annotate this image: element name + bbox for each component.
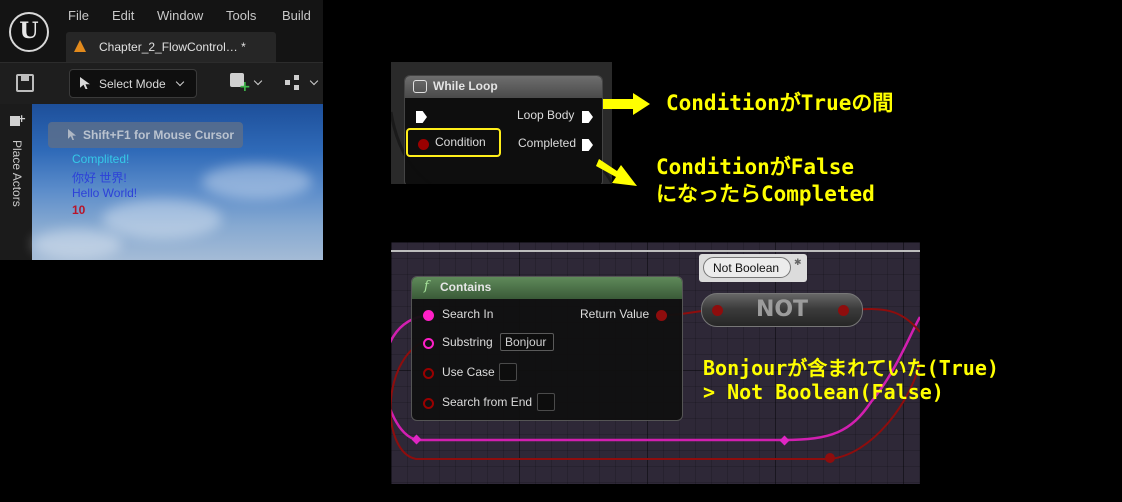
hint-label: Shift+F1 for Mouse Cursor <box>83 128 235 142</box>
contains-title: Contains <box>440 280 492 294</box>
function-icon: f <box>424 279 429 294</box>
search-in-pin[interactable] <box>423 310 434 321</box>
blueprint-node-icon <box>294 75 299 80</box>
search-from-end-label: Search from End <box>442 395 533 409</box>
tooltip-pill: Not Boolean <box>703 257 791 278</box>
reroute-knot <box>779 435 790 446</box>
completed-note-line2: になったらCompleted <box>656 182 875 206</box>
level-tab-label: Chapter_2_FlowControl… * <box>99 40 246 54</box>
chevron-down-icon <box>175 77 185 87</box>
main-toolbar: Select Mode + <box>0 62 323 104</box>
loop-body-pin[interactable] <box>582 111 593 123</box>
menu-tools[interactable]: Tools <box>226 8 256 23</box>
substring-input[interactable]: Bonjour <box>500 333 554 351</box>
menu-build[interactable]: Build <box>282 8 311 23</box>
select-mode-label: Select Mode <box>99 77 166 91</box>
cursor-arrow-icon <box>68 129 76 140</box>
use-case-pin[interactable] <box>423 368 434 379</box>
chevron-down-icon[interactable] <box>309 76 319 86</box>
blueprint-node-icon <box>285 80 290 85</box>
level-tab[interactable]: Chapter_2_FlowControl… * <box>66 32 276 62</box>
not-boolean-node[interactable]: NOT <box>701 293 863 327</box>
level-icon <box>74 40 86 52</box>
search-from-end-pin[interactable] <box>423 398 434 409</box>
while-loop-header: While Loop <box>405 76 602 98</box>
menu-bar: U File Edit Window Tools Build Chapter_2… <box>0 0 323 62</box>
use-case-label: Use Case <box>442 365 495 379</box>
tooltip-label: Not Boolean <box>713 261 780 275</box>
return-value-pin[interactable] <box>656 310 667 321</box>
condition-highlight-box <box>406 128 501 157</box>
use-case-checkbox[interactable] <box>499 363 517 381</box>
while-loop-graph: While Loop Loop Body Condition Completed <box>391 62 612 184</box>
chevron-down-icon[interactable] <box>253 76 263 86</box>
pin-icon[interactable]: ✱ <box>794 258 802 268</box>
reroute-knot <box>411 434 422 445</box>
result-note-line1: Bonjourが含まれていた(True) <box>703 356 999 380</box>
not-output-pin[interactable] <box>838 305 849 316</box>
macro-icon <box>413 80 427 93</box>
search-from-end-checkbox[interactable] <box>537 393 555 411</box>
add-actor-button[interactable]: + <box>230 73 251 95</box>
contains-header: f Contains <box>412 277 682 299</box>
substring-label: Substring <box>442 335 493 349</box>
reroute-knot <box>825 453 835 463</box>
completed-label: Completed <box>518 136 577 150</box>
result-note-line2: > Not Boolean(False) <box>703 380 944 404</box>
while-loop-title: While Loop <box>433 79 498 93</box>
sky-cloud <box>202 164 312 199</box>
place-actors-sidebar[interactable]: + Place Actors <box>0 104 32 260</box>
mouse-cursor-hint: Shift+F1 for Mouse Cursor <box>48 122 243 148</box>
log-line: 10 <box>72 203 86 217</box>
log-line: Hello World! <box>72 186 138 200</box>
menu-file[interactable]: File <box>68 8 89 23</box>
place-actors-label: Place Actors <box>10 140 24 207</box>
return-value-label: Return Value <box>580 307 650 321</box>
unreal-logo-icon[interactable]: U <box>9 12 49 52</box>
sky-cloud <box>32 229 122 259</box>
log-line: Complited! <box>72 152 130 166</box>
contains-node[interactable]: f Contains Search In Return Value Substr… <box>411 276 683 421</box>
menu-window[interactable]: Window <box>157 8 203 23</box>
plus-icon: + <box>17 112 27 125</box>
completed-note-line1: ConditionがFalse <box>656 155 855 179</box>
place-actors-icon: + <box>10 112 27 128</box>
sky-cloud <box>102 199 222 239</box>
editor-screenshot: U File Edit Window Tools Build Chapter_2… <box>0 0 323 260</box>
plus-icon: + <box>239 79 251 95</box>
loop-body-note: ConditionがTrueの間 <box>666 91 894 115</box>
not-boolean-tooltip: Not Boolean ✱ <box>699 254 807 282</box>
save-icon[interactable] <box>16 74 34 92</box>
log-line: 你好 世界! <box>72 171 127 185</box>
level-viewport[interactable]: Shift+F1 for Mouse Cursor Complited! 你好 … <box>32 104 323 260</box>
blueprint-node-icon <box>294 85 299 90</box>
substring-pin[interactable] <box>423 338 434 349</box>
blueprint-button[interactable] <box>285 75 307 91</box>
loop-body-label: Loop Body <box>517 108 575 122</box>
select-mode-dropdown[interactable]: Select Mode <box>69 69 197 98</box>
exec-input-pin[interactable] <box>416 111 427 123</box>
search-in-label: Search In <box>442 307 494 321</box>
menu-edit[interactable]: Edit <box>112 8 134 23</box>
completed-pin[interactable] <box>582 139 593 151</box>
cursor-arrow-icon <box>80 77 90 89</box>
